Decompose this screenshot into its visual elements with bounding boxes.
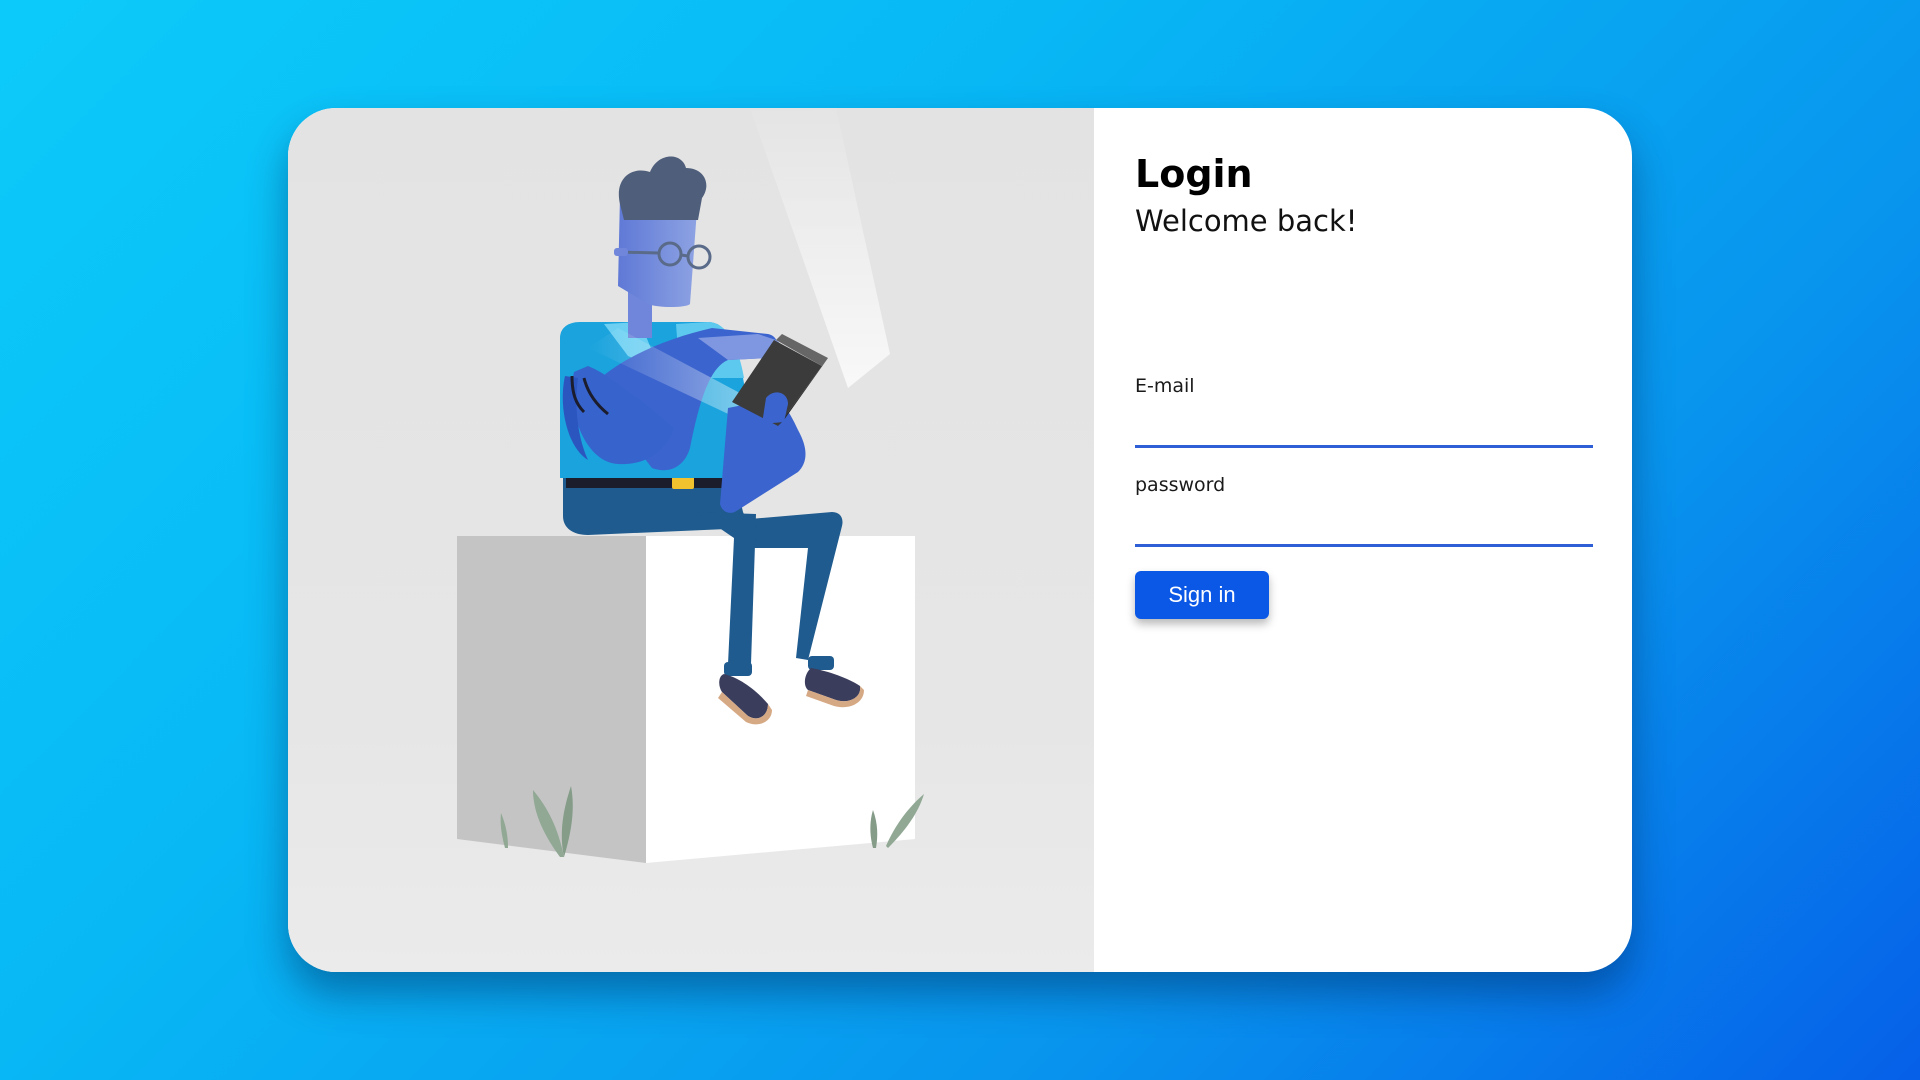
login-title: Login (1135, 152, 1253, 196)
password-label: password (1135, 474, 1226, 496)
login-form-panel: Login Welcome back! E-mail password Sign… (1094, 108, 1632, 972)
email-field[interactable] (1135, 408, 1593, 448)
sign-in-button[interactable]: Sign in (1135, 571, 1269, 619)
pedestal-front (646, 536, 915, 863)
login-card: Login Welcome back! E-mail password Sign… (288, 108, 1632, 972)
email-label: E-mail (1135, 375, 1195, 397)
figure-ankle (724, 662, 752, 676)
figure-ankle (808, 656, 834, 670)
illustration-panel (288, 108, 1094, 972)
password-field[interactable] (1135, 507, 1593, 547)
login-subtitle: Welcome back! (1135, 204, 1358, 238)
person-reading-tablet-illustration (457, 108, 924, 863)
pedestal-side (457, 536, 646, 863)
figure-hair (618, 156, 707, 220)
